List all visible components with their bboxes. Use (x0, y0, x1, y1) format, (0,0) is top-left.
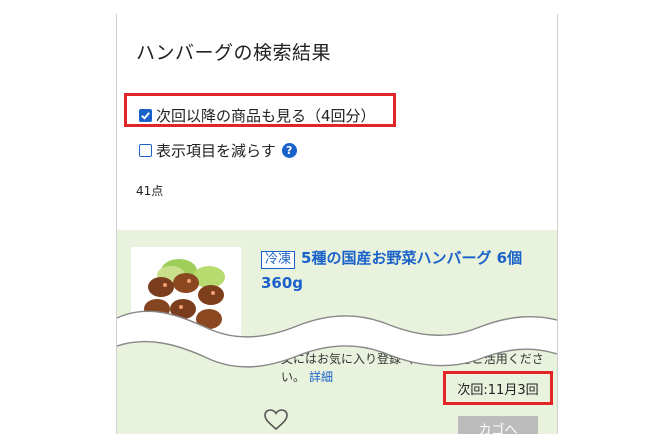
page-title: ハンバーグの検索結果 (136, 42, 332, 64)
search-results-panel: ハンバーグの検索結果 次回以降の商品も見る（4回分） 表示項目を減らす ? 41… (116, 14, 558, 434)
checkbox-checked[interactable] (139, 109, 152, 122)
help-icon[interactable]: ? (281, 143, 297, 158)
add-to-cart-button[interactable]: カゴへ (458, 416, 538, 434)
frozen-tag: 冷凍 (261, 251, 296, 269)
product-name: 5種の国産お野菜ハンバーグ 6個360g (261, 249, 523, 292)
show-next-items-option[interactable]: 次回以降の商品も見る（4回分） (139, 105, 376, 126)
checkbox-unchecked[interactable] (139, 144, 152, 157)
product-card: 冷凍 5種の国産お野菜ハンバーグ 6個360g 4 …0円 文にはお気に入り登録（… (117, 230, 557, 434)
reduce-display-option[interactable]: 表示項目を減らす ? (139, 140, 297, 161)
detail-link[interactable]: 詳細 (309, 370, 333, 384)
show-next-items-label: 次回以降の商品も見る（4回分） (156, 107, 376, 125)
result-count: 41点 (136, 184, 164, 198)
reduce-display-label: 表示項目を減らす (156, 142, 276, 160)
product-image[interactable] (131, 247, 241, 341)
product-name-link[interactable]: 冷凍 5種の国産お野菜ハンバーグ 6個360g (261, 246, 551, 296)
next-delivery-label: 次回:11月3回 (443, 371, 553, 405)
heart-outline-icon[interactable] (263, 408, 289, 432)
